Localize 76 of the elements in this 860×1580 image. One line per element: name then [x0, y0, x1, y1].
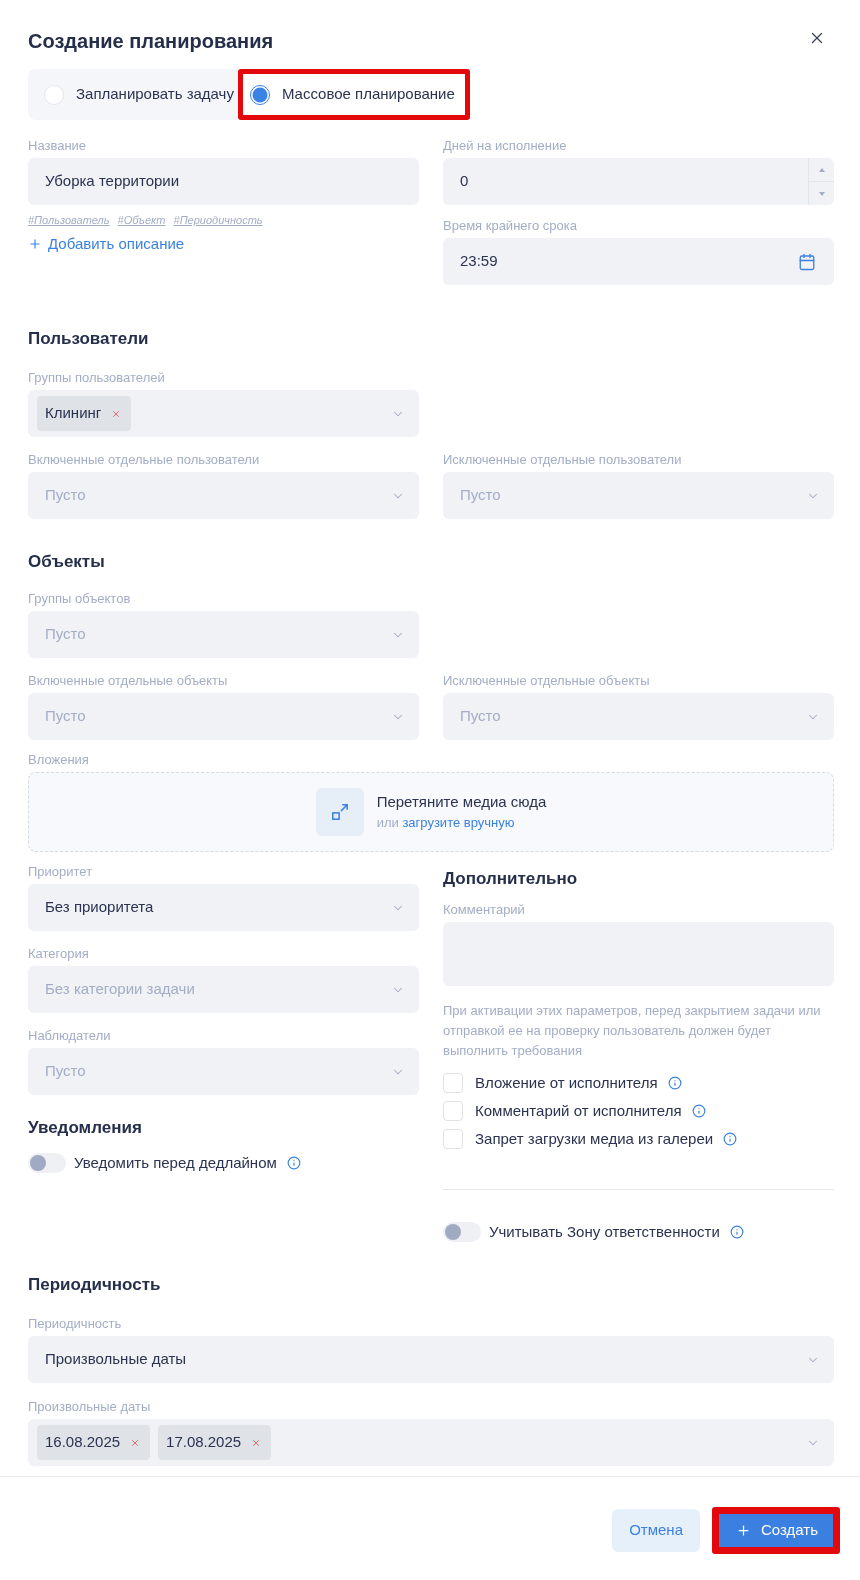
calendar-icon[interactable]	[798, 252, 816, 271]
info-icon[interactable]	[729, 1225, 744, 1239]
section-title: Дополнительно	[443, 868, 579, 890]
field-label: Название	[28, 137, 88, 155]
radio-option[interactable]: Запланировать задачу	[28, 69, 238, 120]
radio-option[interactable]: Массовое планирование	[242, 74, 465, 115]
chip-label: 17.08.2025	[166, 1432, 242, 1453]
time-input[interactable]: 23:59	[443, 238, 834, 285]
number-input[interactable]: 0	[443, 158, 834, 205]
section-title: Уведомления	[28, 1117, 143, 1139]
info-icon[interactable]	[723, 1132, 738, 1146]
field-label: Включенные отдельные объекты	[28, 672, 229, 690]
select-field[interactable]: Клининг	[28, 390, 419, 437]
name-input[interactable]: Уборка территории	[28, 158, 419, 205]
field-label: Исключенные отдельные пользователи	[443, 451, 683, 469]
field-label: Вложения	[28, 751, 90, 769]
section-title: Периодичность	[28, 1274, 162, 1296]
field-label: Исключенные отдельные объекты	[443, 672, 651, 690]
section-title: Пользователи	[28, 328, 150, 350]
field-label: Категория	[28, 945, 90, 963]
remove-icon[interactable]	[251, 1437, 262, 1448]
field-label: Периодичность	[28, 1315, 123, 1333]
field-label: Комментарий	[443, 901, 526, 919]
field-label: Включенные отдельные пользователи	[28, 451, 261, 469]
tag-link[interactable]: #Пользователь	[28, 213, 110, 227]
toggle-switch[interactable]	[28, 1153, 66, 1173]
field-label: Время крайнего срока	[443, 217, 578, 235]
dialog-title: Создание планирования	[28, 29, 274, 54]
upload-link[interactable]: загрузите вручную	[402, 815, 515, 830]
select-field[interactable]: Пусто	[443, 693, 834, 740]
caret-down-icon[interactable]	[818, 191, 825, 196]
action-button[interactable]: Создать	[719, 1514, 833, 1547]
add-description-link[interactable]: Добавить описание	[28, 234, 185, 254]
chip-label: 16.08.2025	[45, 1432, 121, 1453]
checkbox[interactable]	[443, 1129, 463, 1149]
select-field[interactable]: Без приоритета	[28, 884, 419, 931]
dropzone-hint: или загрузите вручную	[376, 814, 516, 832]
remove-icon[interactable]	[111, 408, 122, 419]
checkbox[interactable]	[443, 1073, 463, 1093]
field-label: Произвольные даты	[28, 1398, 152, 1416]
select-field[interactable]: Без категории задачи	[28, 966, 419, 1013]
requirements-note: При активации этих параметров, перед закрытием задачи или отправкой ее на проверку пользователь должен будет выполнить требования	[443, 1002, 822, 1060]
select-field[interactable]: Пусто	[28, 472, 419, 519]
info-icon[interactable]	[691, 1104, 706, 1118]
checkbox-label: Вложение от исполнителя	[475, 1072, 658, 1093]
select-field[interactable]: Произвольные даты	[28, 1336, 834, 1383]
remove-icon[interactable]	[130, 1437, 141, 1448]
plus-icon	[28, 237, 42, 251]
select-field[interactable]: 16.08.2025 17.08.2025	[28, 1419, 834, 1466]
tag-link[interactable]: #Периодичность	[173, 213, 263, 227]
chip-label: Клининг	[45, 403, 102, 424]
select-field[interactable]: Пусто	[28, 1048, 419, 1095]
field-label: Наблюдатели	[28, 1027, 112, 1045]
section-title: Объекты	[28, 551, 106, 573]
checkbox-label: Запрет загрузки медиа из галереи	[475, 1128, 714, 1149]
info-icon[interactable]	[667, 1076, 682, 1090]
tag-link[interactable]: #Объект	[117, 213, 166, 227]
field-label: Приоритет	[28, 863, 94, 881]
caret-up-icon[interactable]	[818, 167, 825, 172]
dropzone[interactable]: Перетяните медиа сюда или загрузите вручную	[28, 772, 834, 852]
radio-icon[interactable]	[249, 84, 270, 105]
select-field[interactable]: Пусто	[28, 693, 419, 740]
select-field[interactable]: Пусто	[28, 611, 419, 658]
checkbox[interactable]	[443, 1101, 463, 1121]
plus-icon	[736, 1523, 751, 1538]
info-icon[interactable]	[286, 1156, 301, 1170]
checkbox-label: Комментарий от исполнителя	[475, 1100, 682, 1121]
action-button[interactable]: Отмена	[612, 1509, 700, 1552]
field-label: Группы пользователей	[28, 369, 166, 387]
field-label: Дней на исполнение	[443, 137, 568, 155]
toggle-switch[interactable]	[443, 1222, 481, 1242]
select-field[interactable]: Пусто	[443, 472, 834, 519]
dropzone-title: Перетяните медиа сюда	[376, 792, 547, 812]
toggle-label: Уведомить перед дедлайном	[74, 1152, 277, 1173]
toggle-label: Учитывать Зону ответственности	[489, 1221, 720, 1242]
field-label: Группы объектов	[28, 590, 132, 608]
